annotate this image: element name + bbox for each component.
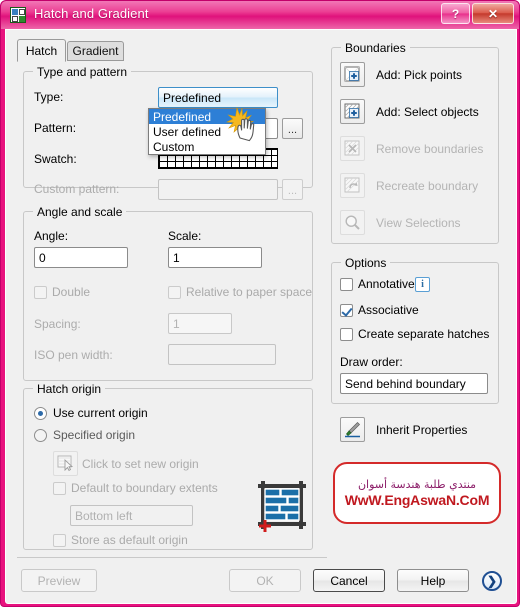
remove-boundaries-button[interactable]	[340, 136, 365, 161]
radio-dot	[34, 406, 47, 420]
remove-boundaries-icon	[344, 140, 360, 156]
checkbox-box	[168, 285, 181, 299]
inherit-properties-brush-icon	[345, 422, 360, 438]
click-to-set-origin-label: Click to set new origin	[82, 457, 199, 471]
use-current-origin-label: Use current origin	[53, 406, 148, 420]
titlebar-close-button[interactable]: ✕	[472, 3, 514, 24]
swatch-label: Swatch:	[34, 152, 77, 166]
pattern-label: Pattern:	[34, 121, 77, 135]
recreate-boundary-button[interactable]	[340, 173, 365, 198]
add-select-objects-label: Add: Select objects	[376, 105, 479, 119]
store-default-origin-label: Store as default origin	[71, 533, 188, 547]
hand-pointer-click-icon	[225, 106, 255, 142]
tab-gradient[interactable]: Gradient	[67, 41, 124, 61]
pattern-browse-button[interactable]: ...	[282, 118, 303, 139]
checkbox-box	[53, 481, 66, 495]
add-select-objects-button[interactable]	[340, 99, 365, 124]
custom-pattern-browse-button[interactable]: ...	[282, 179, 303, 200]
type-combo[interactable]: Predefined	[158, 87, 278, 108]
options-group-label: Options	[341, 256, 391, 270]
inherit-properties-label: Inherit Properties	[376, 423, 468, 437]
draw-order-combo[interactable]: Send behind boundary	[340, 373, 488, 394]
iso-pen-width-label: ISO pen width:	[34, 348, 113, 362]
titlebar-help-button[interactable]: ?	[441, 3, 470, 24]
boundaries-group-label: Boundaries	[341, 41, 410, 55]
set-origin-pick-icon	[57, 455, 74, 472]
select-objects-icon	[344, 103, 360, 119]
checkbox-box	[340, 327, 353, 341]
angle-combo[interactable]: 0	[34, 247, 128, 268]
double-checkbox-label: Double	[52, 285, 91, 299]
relative-to-paper-space-label: Relative to paper space	[186, 285, 313, 299]
add-pick-points-label: Add: Pick points	[376, 68, 463, 82]
watermark-arabic-text: منتدي طلبة هندسة أسوان	[357, 477, 477, 491]
recreate-boundary-icon	[344, 177, 360, 193]
inherit-properties-button[interactable]	[340, 417, 365, 442]
checkbox-box	[34, 285, 47, 299]
view-selections-label: View Selections	[376, 216, 461, 230]
window-title: Hatch and Gradient	[34, 6, 149, 21]
angle-label: Angle:	[34, 229, 69, 243]
specified-origin-radio[interactable]: Specified origin	[34, 428, 135, 442]
hatch-origin-group-label: Hatch origin	[33, 382, 106, 396]
custom-pattern-label: Custom pattern:	[34, 182, 120, 196]
checkbox-box	[340, 303, 353, 317]
type-label: Type:	[34, 90, 64, 104]
cancel-button[interactable]: Cancel	[313, 569, 385, 592]
associative-checkbox[interactable]: Associative	[340, 303, 419, 317]
watermark-banner: منتدي طلبة هندسة أسوان WwW.EngAswaN.CoM	[333, 462, 501, 524]
scale-combo[interactable]: 1	[168, 247, 262, 268]
checkbox-box	[53, 533, 66, 547]
type-and-pattern-group-label: Type and pattern	[33, 65, 132, 79]
remove-boundaries-label: Remove boundaries	[376, 142, 484, 156]
ok-button[interactable]: OK	[229, 569, 301, 592]
right-panel: Boundaries Add: Pick points Add: Select …	[331, 37, 507, 557]
expand-arrow-icon[interactable]: ❯	[482, 571, 502, 591]
angle-and-scale-group-label: Angle and scale	[33, 205, 127, 219]
preview-button[interactable]: Preview	[21, 569, 97, 592]
watermark-url-text: WwW.EngAswaN.CoM	[344, 491, 490, 508]
specified-origin-label: Specified origin	[53, 428, 136, 442]
dialog-footer: Preview OK Cancel Help ❯	[5, 557, 517, 604]
default-boundary-extents-label: Default to boundary extents	[71, 481, 218, 495]
custom-pattern-combo[interactable]	[158, 179, 278, 200]
view-selections-icon	[345, 215, 360, 230]
view-selections-button[interactable]	[340, 210, 365, 235]
tab-hatch[interactable]: Hatch	[17, 39, 66, 62]
pick-points-icon	[344, 66, 360, 82]
recreate-boundary-label: Recreate boundary	[376, 179, 479, 193]
title-bar[interactable]: Hatch and Gradient ? ✕	[1, 1, 519, 29]
hatch-and-gradient-dialog: Hatch and Gradient ? ✕ Hatch Gradient Ty…	[0, 0, 520, 607]
associative-label: Associative	[358, 303, 419, 317]
checkbox-box	[340, 277, 353, 291]
annotative-checkbox[interactable]: Annotative	[340, 277, 415, 291]
iso-pen-width-combo[interactable]	[168, 344, 276, 365]
default-boundary-extents-checkbox[interactable]: Default to boundary extents	[53, 481, 218, 495]
radio-dot	[34, 428, 47, 442]
help-button[interactable]: Help	[397, 569, 469, 592]
footer-divider	[17, 557, 327, 558]
store-default-origin-checkbox[interactable]: Store as default origin	[53, 533, 188, 547]
double-checkbox[interactable]: Double	[34, 285, 90, 299]
scale-label: Scale:	[168, 229, 202, 243]
extents-corner-combo[interactable]: Bottom left	[70, 505, 193, 526]
create-separate-hatches-checkbox[interactable]: Create separate hatches	[340, 327, 489, 341]
spacing-label: Spacing:	[34, 317, 81, 331]
click-to-set-origin-button[interactable]	[53, 451, 78, 476]
brick-origin-preview-icon	[258, 481, 306, 532]
create-separate-hatches-label: Create separate hatches	[358, 327, 490, 341]
draw-order-label: Draw order:	[340, 355, 403, 369]
annotative-info-icon[interactable]: i	[415, 277, 430, 292]
annotative-label: Annotative	[358, 277, 415, 291]
spacing-input[interactable]: 1	[168, 313, 232, 334]
relative-to-paper-space-checkbox[interactable]: Relative to paper space	[168, 285, 312, 299]
hatch-gradient-app-icon	[10, 7, 26, 23]
use-current-origin-radio[interactable]: Use current origin	[34, 406, 148, 420]
add-pick-points-button[interactable]	[340, 62, 365, 87]
